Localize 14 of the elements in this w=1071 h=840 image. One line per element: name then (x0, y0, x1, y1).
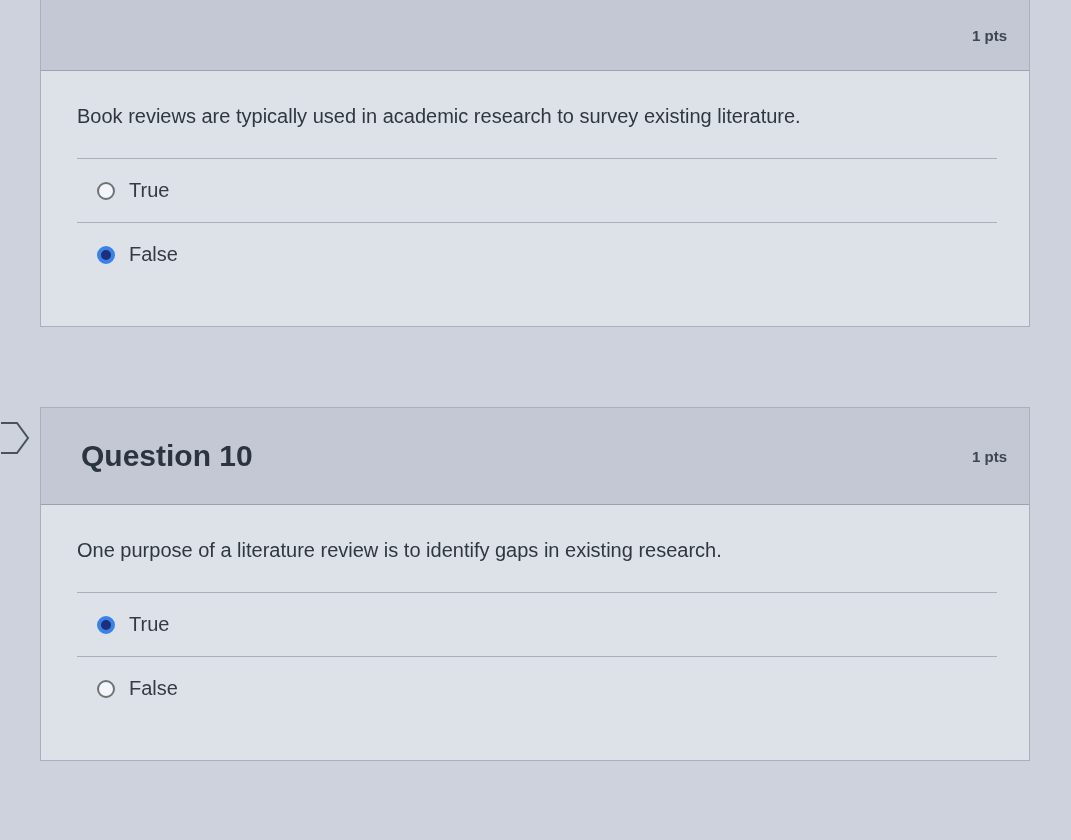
question-text: One purpose of a literature review is to identify gaps in existing research. (77, 539, 723, 562)
radio-button[interactable] (97, 615, 115, 634)
answer-label[interactable]: False (129, 243, 178, 266)
question-text: Book reviews are typically used in academic research to survey existing literature. (77, 105, 802, 128)
radio-button[interactable] (97, 679, 115, 698)
radio-button[interactable] (97, 245, 115, 264)
points-label: 1 pts (972, 447, 1007, 465)
answer-label[interactable]: False (129, 677, 178, 700)
answer-label[interactable]: True (129, 613, 170, 636)
answer-label[interactable]: True (129, 179, 170, 202)
bookmark-icon[interactable] (0, 421, 30, 455)
radio-button[interactable] (97, 181, 115, 200)
points-label: 1 pts (972, 26, 1007, 44)
question-title: Question 10 (81, 439, 253, 473)
